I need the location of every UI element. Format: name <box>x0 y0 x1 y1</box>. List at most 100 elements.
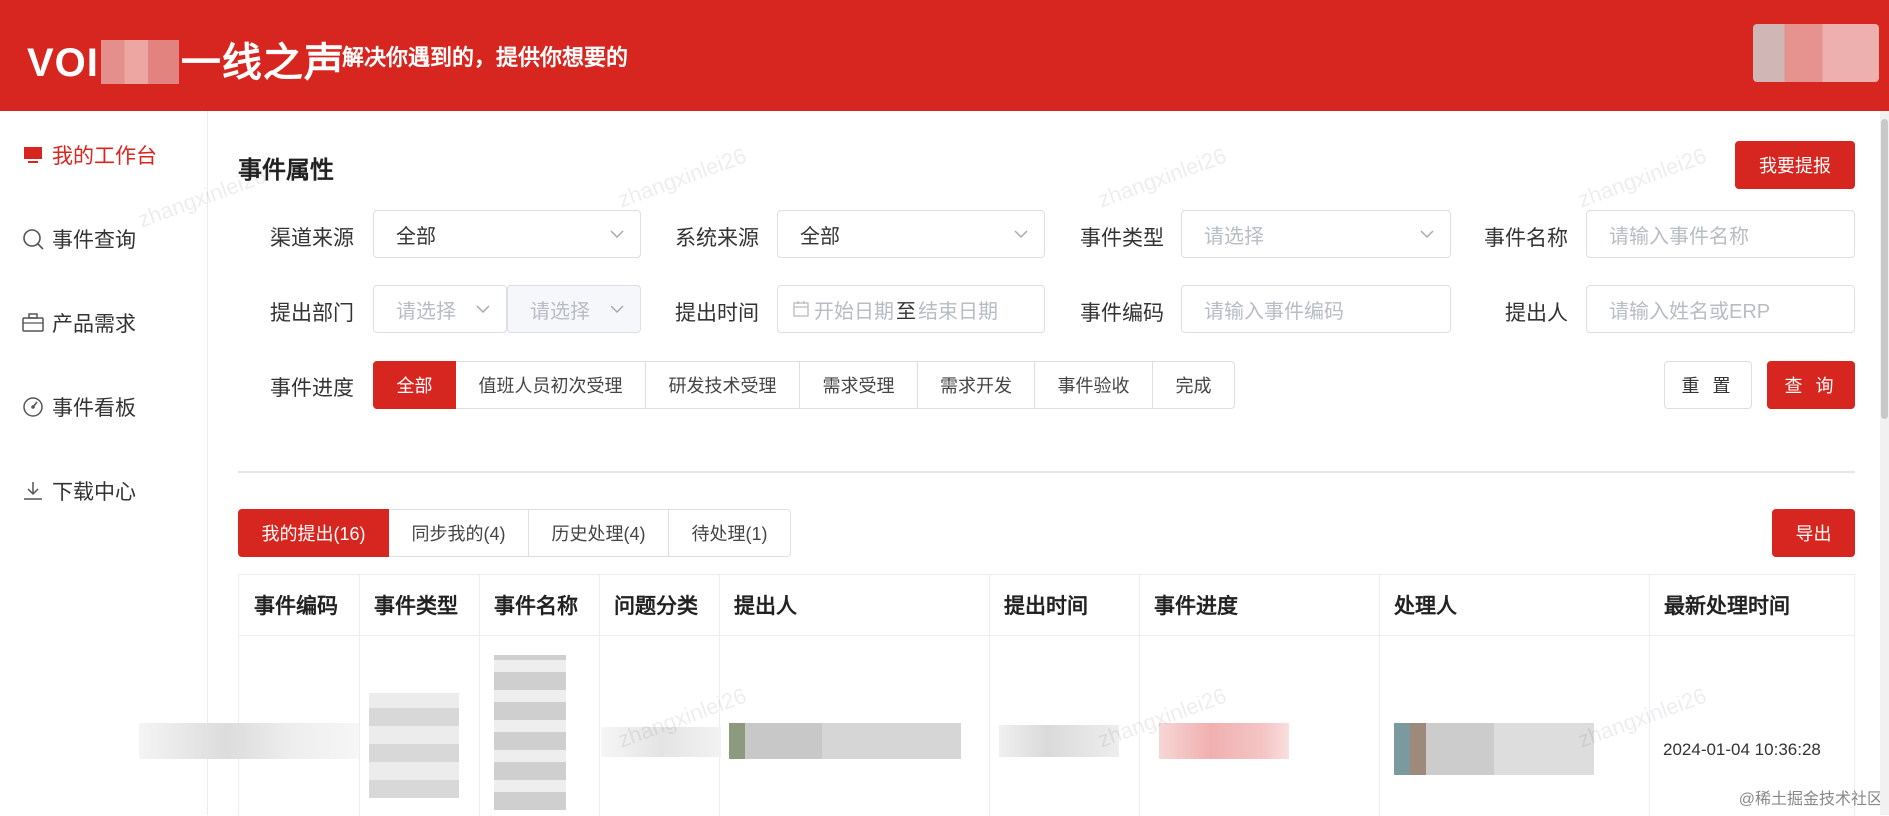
column-header-issue-category[interactable]: 问题分类 <box>599 575 698 635</box>
sidebar-item-label: 下载中心 <box>52 476 136 506</box>
progress-option-acceptance[interactable]: 事件验收 <box>1035 361 1153 409</box>
date-range-picker[interactable]: 开始日期 至 结束日期 <box>777 285 1045 333</box>
dept-select-level1[interactable]: 请选择 <box>373 285 507 333</box>
column-divider <box>989 575 990 816</box>
progress-option-demand-accept[interactable]: 需求受理 <box>800 361 918 409</box>
tab-history[interactable]: 历史处理(4) <box>529 509 669 557</box>
tab-pending[interactable]: 待处理(1) <box>669 509 791 557</box>
system-source-value: 全部 <box>800 220 840 249</box>
section-title: 事件属性 <box>238 150 334 185</box>
export-button[interactable]: 导出 <box>1772 509 1855 557</box>
query-button[interactable]: 查 询 <box>1767 361 1855 409</box>
redacted-event-code <box>139 723 359 759</box>
submitter-placeholder: 请输入姓名或ERP <box>1609 295 1770 324</box>
sidebar-item-event-query[interactable]: 事件查询 <box>22 223 136 255</box>
redacted-handler <box>1394 723 1594 775</box>
sidebar-item-product-demand[interactable]: 产品需求 <box>22 307 136 339</box>
chevron-down-icon <box>608 300 626 318</box>
sidebar-item-label: 事件查询 <box>52 224 136 254</box>
column-header-submitter[interactable]: 提出人 <box>719 575 797 635</box>
chevron-down-icon <box>474 300 492 318</box>
column-divider <box>599 575 600 816</box>
column-header-event-type[interactable]: 事件类型 <box>359 575 458 635</box>
redacted-issue-category <box>601 727 721 757</box>
tab-my-submitted[interactable]: 我的提出(16) <box>238 509 389 557</box>
briefcase-icon <box>22 312 44 334</box>
sidebar-item-label: 产品需求 <box>52 308 136 338</box>
dept-select-level2[interactable]: 请选择 <box>507 285 641 333</box>
vertical-scrollbar[interactable] <box>1880 111 1889 815</box>
watermark-text: zhangxinlei26 <box>1095 143 1230 213</box>
download-icon <box>22 480 44 502</box>
reset-button[interactable]: 重 置 <box>1664 361 1752 409</box>
column-divider <box>1649 575 1650 816</box>
event-type-placeholder: 请选择 <box>1204 220 1264 249</box>
header-divider <box>239 635 1854 636</box>
column-header-event-code[interactable]: 事件编码 <box>239 575 338 635</box>
sidebar-item-label: 事件看板 <box>52 392 136 422</box>
column-header-handler[interactable]: 处理人 <box>1379 575 1457 635</box>
submitter-label: 提出人 <box>1505 297 1568 327</box>
column-header-event-name[interactable]: 事件名称 <box>479 575 578 635</box>
event-name-input[interactable]: 请输入事件名称 <box>1586 210 1855 258</box>
channel-source-label: 渠道来源 <box>270 222 354 252</box>
search-icon <box>22 228 44 250</box>
tab-synced-to-me[interactable]: 同步我的(4) <box>389 509 529 557</box>
dept-label: 提出部门 <box>270 297 354 327</box>
progress-option-demand-dev[interactable]: 需求开发 <box>918 361 1035 409</box>
sidebar: 我的工作台 事件查询 产品需求 事件看板 下载中心 <box>0 111 208 815</box>
top-header: VOI一线之声 解决你遇到的，提供你想要的 <box>0 0 1889 111</box>
sidebar-item-workbench[interactable]: 我的工作台 <box>22 139 157 171</box>
section-divider <box>238 471 1855 473</box>
app-logo[interactable]: VOI一线之声 <box>27 30 345 88</box>
chevron-down-icon <box>608 225 626 243</box>
dept-placeholder-2: 请选择 <box>530 295 598 324</box>
watermark-text: zhangxinlei26 <box>1575 143 1710 213</box>
system-source-label: 系统来源 <box>675 222 759 252</box>
event-name-label: 事件名称 <box>1484 222 1568 252</box>
date-separator: 至 <box>896 295 916 324</box>
chevron-down-icon <box>1012 225 1030 243</box>
header-slogan: 解决你遇到的，提供你想要的 <box>342 40 628 72</box>
event-code-placeholder: 请输入事件编码 <box>1204 295 1344 324</box>
progress-option-all[interactable]: 全部 <box>373 361 456 409</box>
progress-option-rd-accept[interactable]: 研发技术受理 <box>646 361 800 409</box>
dashboard-icon <box>22 396 44 418</box>
progress-label: 事件进度 <box>270 372 354 402</box>
column-header-progress[interactable]: 事件进度 <box>1139 575 1238 635</box>
column-divider <box>479 575 480 816</box>
system-source-select[interactable]: 全部 <box>777 210 1045 258</box>
submit-time-label: 提出时间 <box>675 297 759 327</box>
start-date-placeholder[interactable]: 开始日期 <box>814 295 894 324</box>
progress-option-done[interactable]: 完成 <box>1153 361 1235 409</box>
corner-credit: @稀土掘金技术社区 <box>1739 785 1883 809</box>
column-header-latest-time[interactable]: 最新处理时间 <box>1649 575 1790 635</box>
column-header-submit-time[interactable]: 提出时间 <box>989 575 1088 635</box>
end-date-placeholder[interactable]: 结束日期 <box>918 295 998 324</box>
redacted-event-name <box>494 655 566 810</box>
channel-source-value: 全部 <box>396 220 436 249</box>
column-divider <box>1139 575 1140 816</box>
event-table: 事件编码 事件类型 事件名称 问题分类 提出人 提出时间 事件进度 处理人 最新… <box>238 574 1855 815</box>
submitter-input[interactable]: 请输入姓名或ERP <box>1586 285 1855 333</box>
logo-redacted-block <box>101 40 179 84</box>
sidebar-item-event-board[interactable]: 事件看板 <box>22 391 136 423</box>
submit-report-button[interactable]: 我要提报 <box>1735 141 1855 189</box>
progress-option-first-accept[interactable]: 值班人员初次受理 <box>456 361 646 409</box>
user-avatar-redacted[interactable] <box>1753 24 1879 82</box>
event-code-label: 事件编码 <box>1080 297 1164 327</box>
sidebar-item-download-center[interactable]: 下载中心 <box>22 475 136 507</box>
monitor-icon <box>22 144 44 166</box>
redacted-submit-time <box>999 725 1119 757</box>
event-type-select[interactable]: 请选择 <box>1181 210 1451 258</box>
channel-source-select[interactable]: 全部 <box>373 210 641 258</box>
calendar-icon <box>792 300 810 318</box>
redacted-event-type <box>369 693 459 798</box>
event-type-label: 事件类型 <box>1080 222 1164 252</box>
event-code-input[interactable]: 请输入事件编码 <box>1181 285 1451 333</box>
column-divider <box>719 575 720 816</box>
dept-placeholder-1: 请选择 <box>396 295 464 324</box>
scrollbar-thumb[interactable] <box>1881 119 1888 419</box>
watermark-text: zhangxinlei26 <box>615 143 750 213</box>
event-name-placeholder: 请输入事件名称 <box>1609 220 1749 249</box>
